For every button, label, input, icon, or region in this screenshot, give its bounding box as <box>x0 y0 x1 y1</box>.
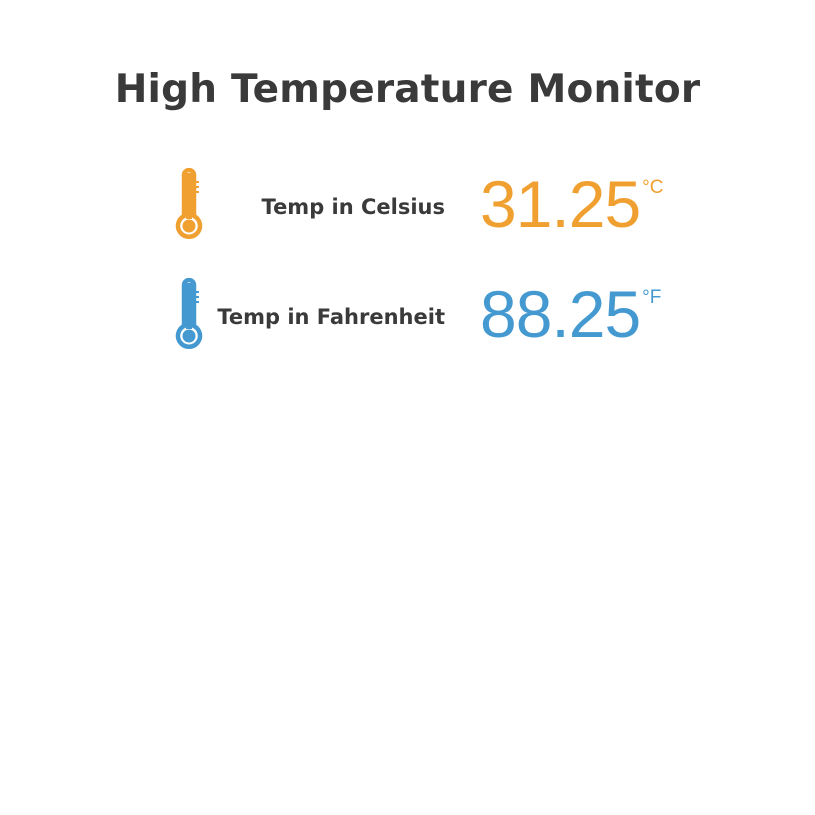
fahrenheit-unit: °F <box>642 287 662 308</box>
fahrenheit-value: 88.25 <box>480 277 641 351</box>
thermometer-icon <box>175 168 203 240</box>
fahrenheit-label: Temp in Fahrenheit <box>217 305 445 329</box>
celsius-reading-row: Temp in Celsius 31.25 °C <box>0 164 815 254</box>
thermometer-icon <box>175 278 203 350</box>
page-title: High Temperature Monitor <box>114 67 701 112</box>
celsius-unit: °C <box>642 177 664 198</box>
fahrenheit-value-group: 88.25 °F <box>480 278 661 350</box>
fahrenheit-reading-row: Temp in Fahrenheit 88.25 °F <box>0 274 815 364</box>
celsius-label: Temp in Celsius <box>261 195 445 219</box>
celsius-value: 31.25 <box>480 167 641 241</box>
celsius-value-group: 31.25 °C <box>480 168 664 240</box>
